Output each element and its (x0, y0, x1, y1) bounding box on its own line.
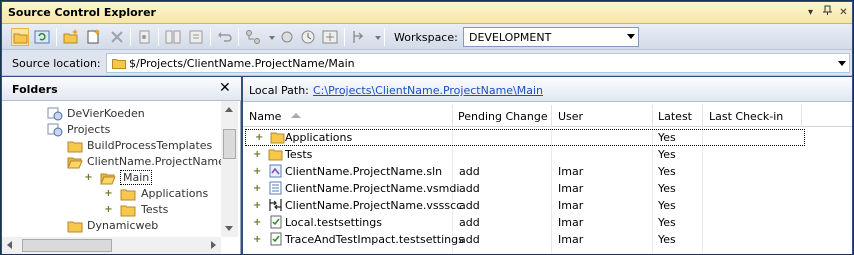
team-project-icon (47, 107, 63, 121)
workspace-label: Workspace: (394, 31, 458, 44)
table-row[interactable]: + ClientName.ProjectName.vssscc add Imar… (243, 197, 852, 214)
scroll-left-icon[interactable] (7, 241, 12, 249)
source-location-bar: Source location: $/Projects/ClientName.P… (2, 50, 852, 76)
workspace-value: DEVELOPMENT (469, 31, 552, 44)
source-location-combo[interactable]: $/Projects/ClientName.ProjectName/Main (106, 53, 850, 73)
table-row[interactable]: + Tests Yes (243, 146, 852, 163)
table-row[interactable]: + ClientName.ProjectName.vsmdi add Imar … (243, 180, 852, 197)
column-header-row: Name Pending Change User Latest Last Che… (243, 105, 852, 127)
pending-add-icon: + (253, 183, 262, 194)
new-folder-icon[interactable] (62, 28, 80, 46)
branch-icon[interactable] (244, 28, 262, 46)
delete-icon[interactable] (108, 28, 126, 46)
window-close-button[interactable]: ✕ (836, 5, 851, 20)
expand-icon[interactable]: + (255, 133, 264, 143)
add-items-icon[interactable] (85, 28, 103, 46)
properties-icon[interactable] (136, 28, 154, 46)
folders-title: Folders (12, 83, 58, 96)
folder-open-icon (100, 173, 116, 185)
solution-icon (269, 164, 282, 178)
folders-vertical-scrollbar[interactable] (221, 101, 238, 237)
checkin-dropdown-icon[interactable] (369, 28, 381, 46)
scroll-down-icon[interactable] (225, 226, 233, 231)
folder-icon (112, 59, 126, 69)
scroll-right-icon[interactable] (211, 241, 216, 249)
undo-icon[interactable] (216, 28, 234, 46)
column-header-pending-change[interactable]: Pending Change (458, 110, 548, 123)
details-pane: Local Path: C:\Projects\ClientName.Proje… (243, 77, 852, 254)
source-location-label: Source location: (12, 57, 101, 70)
folders-header: Folders ✕ (2, 77, 241, 101)
window-dropdown-button[interactable]: ▾ (803, 5, 818, 20)
scroll-thumb[interactable] (22, 239, 112, 252)
window-title: Source Control Explorer (8, 6, 156, 19)
table-row[interactable]: + TraceAndTestImpact.testsettings add Im… (243, 231, 852, 248)
folder-icon (270, 132, 285, 144)
sort-ascending-icon (291, 113, 301, 118)
expand-icon[interactable]: + (104, 189, 113, 199)
pending-add-icon: + (253, 200, 262, 211)
shelve-icon[interactable] (321, 28, 339, 46)
column-header-name[interactable]: Name (249, 110, 281, 123)
team-project-icon (47, 123, 63, 137)
branch-dropdown-icon[interactable] (263, 28, 275, 46)
local-path-bar: Local Path: C:\Projects\ClientName.Proje… (243, 77, 852, 102)
testsettings-icon (270, 215, 282, 229)
testsettings-icon (270, 232, 282, 246)
local-path-link[interactable]: C:\Projects\ClientName.ProjectName\Main (313, 84, 543, 97)
table-row[interactable]: + Local.testsettings add Imar Yes (243, 214, 852, 231)
history-icon[interactable] (299, 28, 317, 46)
folders-close-button[interactable]: ✕ (219, 80, 231, 96)
toolbar: Workspace: DEVELOPMENT (2, 24, 852, 50)
folder-icon (67, 221, 83, 233)
folders-horizontal-scrollbar[interactable] (2, 237, 221, 254)
folders-pane: Folders ✕ DeVierKoeden Projects BuildPro… (2, 77, 241, 254)
local-path-label: Local Path: (249, 84, 309, 97)
folder-icon (268, 149, 283, 161)
refresh-icon[interactable] (33, 28, 51, 46)
pending-add-icon: + (253, 234, 262, 245)
window-titlebar: Source Control Explorer ▾ ✕ (2, 2, 852, 24)
pending-add-icon: + (253, 217, 262, 228)
folders-toggle-icon[interactable] (11, 28, 29, 46)
folder-open-icon (67, 157, 83, 169)
scroll-up-icon[interactable] (225, 107, 233, 112)
pending-add-icon: + (253, 166, 262, 177)
expand-icon[interactable]: + (84, 173, 93, 183)
folder-icon (67, 141, 83, 153)
column-header-user[interactable]: User (558, 110, 583, 123)
source-location-value: $/Projects/ClientName.ProjectName/Main (129, 57, 355, 70)
expand-icon[interactable]: + (253, 150, 262, 160)
scroll-thumb[interactable] (223, 129, 236, 159)
view-icon[interactable] (187, 28, 205, 46)
checkin-icon[interactable] (350, 28, 368, 46)
table-row[interactable]: + ClientName.ProjectName.sln add Imar Ye… (243, 163, 852, 180)
column-header-latest[interactable]: Latest (658, 110, 692, 123)
merge-icon[interactable] (278, 28, 296, 46)
compare-icon[interactable] (164, 28, 182, 46)
chevron-down-icon (627, 34, 635, 39)
test-list-icon (269, 181, 282, 195)
source-control-explorer-window: Source Control Explorer ▾ ✕ Workspace: D… (0, 0, 854, 255)
source-control-file-icon (269, 199, 282, 211)
workspace-select[interactable]: DEVELOPMENT (463, 27, 639, 47)
chevron-down-icon (838, 61, 846, 66)
folder-icon (120, 205, 136, 217)
table-row[interactable]: + Applications Yes (245, 129, 805, 146)
column-header-last-checkin[interactable]: Last Check-in (709, 110, 783, 123)
folder-icon (120, 189, 136, 201)
window-pin-icon[interactable] (820, 5, 835, 20)
expand-icon[interactable]: + (104, 205, 113, 215)
